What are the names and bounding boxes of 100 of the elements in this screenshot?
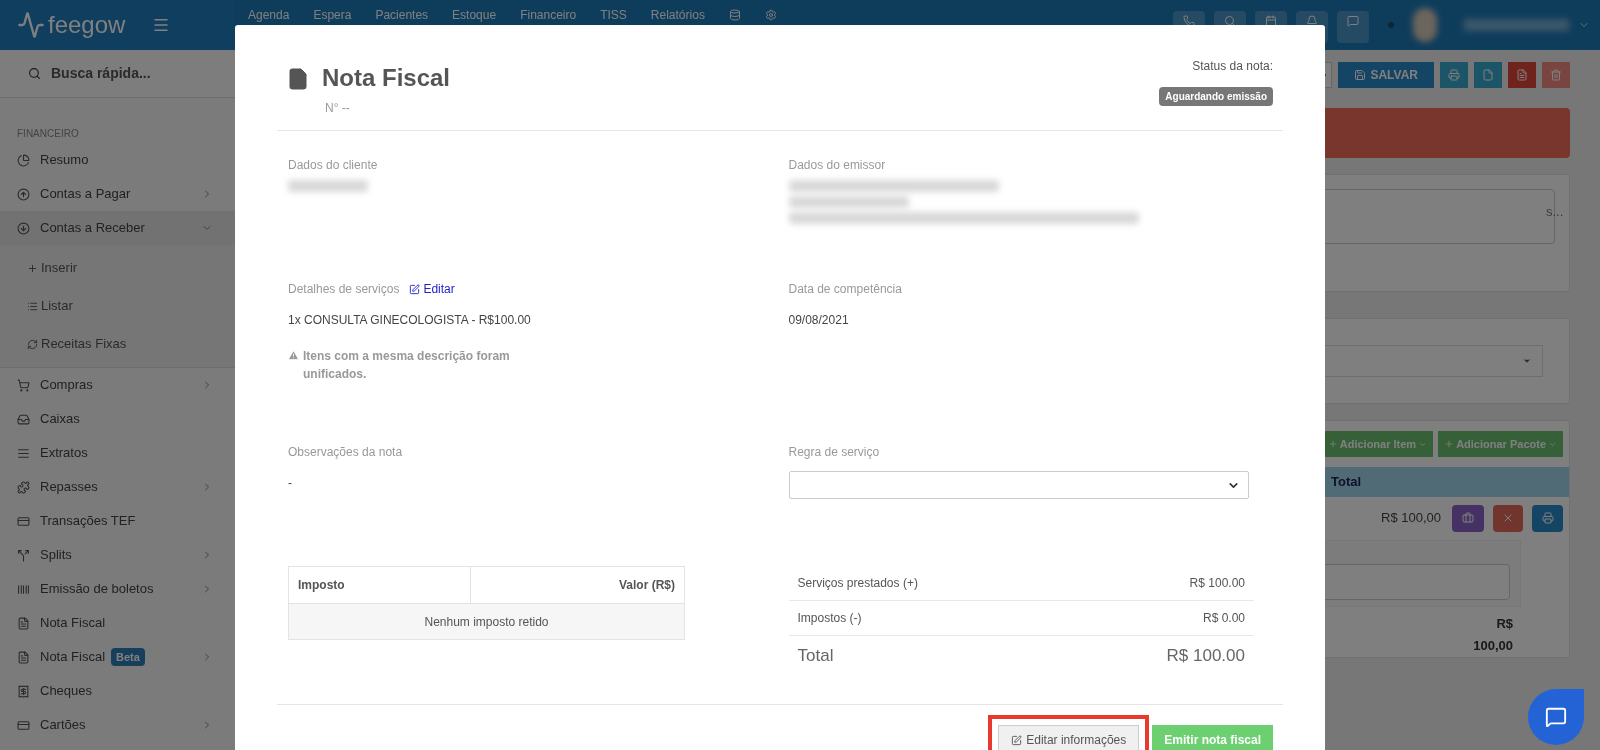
nav-link[interactable]: Relatórios <box>650 8 705 22</box>
chat-icon <box>1347 15 1359 27</box>
plus-icon <box>1444 439 1455 449</box>
submenu-item[interactable]: Listar <box>0 287 235 325</box>
inbox-icon <box>17 412 30 426</box>
pdf-button[interactable] <box>1508 62 1536 88</box>
kit-button[interactable] <box>1452 504 1484 532</box>
sidebar-item[interactable]: Contas a Receber <box>0 211 235 245</box>
sidebar-item[interactable]: Cheques <box>0 674 235 708</box>
database-icon[interactable] <box>728 9 741 21</box>
warning-text: Itens com a mesma descrição foram unificados. <box>303 348 511 383</box>
sidebar-item[interactable]: Resumo <box>0 143 235 177</box>
refresh-icon <box>27 338 38 350</box>
field-label: Detalhes de serviços <box>288 281 400 298</box>
total-amount: R$ 100,00 <box>1472 615 1513 655</box>
nav-link[interactable]: TISS <box>600 8 627 22</box>
action-button[interactable]: Emitir nota fiscal <box>1152 725 1273 750</box>
chat-icon <box>1545 706 1567 728</box>
sidebar-item[interactable]: Caixas <box>0 402 235 436</box>
delete-button[interactable] <box>1542 62 1570 88</box>
field-label: Observações da nota <box>288 444 404 461</box>
summary-label: Serviços prestados (+) <box>797 575 918 592</box>
save-button[interactable]: SALVAR <box>1338 62 1434 88</box>
service-item: 1x CONSULTA GINECOLOGISTA - R$100.00 <box>288 312 532 329</box>
total-label: Total <box>797 645 834 668</box>
column-header: Valor (R$) <box>618 577 676 594</box>
add-dropdown-button[interactable]: Adicionar Pacote <box>1438 431 1563 457</box>
gear-icon[interactable] <box>764 9 777 21</box>
lines-icon <box>17 446 30 460</box>
save-icon <box>1354 69 1367 81</box>
chat-bubble-button[interactable] <box>1528 689 1584 745</box>
total-value: R$ 100.00 <box>1166 645 1245 668</box>
sidebar-item[interactable]: Nota Fiscal Beta <box>0 640 235 674</box>
logo-icon <box>17 11 45 39</box>
field-label: Regra de serviço <box>788 444 881 461</box>
remove-button[interactable] <box>1493 504 1523 532</box>
list-icon <box>27 300 38 312</box>
pie-chart-icon <box>17 153 30 167</box>
document-icon <box>1516 69 1528 81</box>
trash-icon <box>1550 69 1562 81</box>
printer-icon <box>1541 512 1554 525</box>
field-label: Data de competência <box>788 281 903 298</box>
document-button[interactable] <box>1474 62 1502 88</box>
credit-card-icon <box>17 718 30 732</box>
warning-icon <box>288 350 299 361</box>
plus-icon <box>27 262 38 274</box>
sidebar-item[interactable]: Compras <box>0 368 235 402</box>
edit-icon <box>409 283 421 295</box>
summary-value: R$ 100.00 <box>1189 575 1245 592</box>
sidebar-item[interactable]: Extratos <box>0 436 235 470</box>
edit-link[interactable]: Editar <box>409 280 455 298</box>
nav-link[interactable]: Financeiro <box>520 8 577 22</box>
credit-card-icon <box>17 514 30 528</box>
arrow-down-circle-icon <box>17 221 30 235</box>
service-rule-select[interactable] <box>788 471 1249 499</box>
printer-icon <box>1448 69 1460 81</box>
sidebar-item[interactable]: Nota Fiscal <box>0 606 235 640</box>
print-button[interactable] <box>1532 504 1563 532</box>
field-value: 09/08/2021 <box>788 312 850 329</box>
status-label: Status da nota: <box>1192 58 1273 75</box>
modal-title: Nota Fiscal <box>322 63 451 93</box>
cart-icon <box>17 378 30 392</box>
submenu-item[interactable]: Receitas Fixas <box>0 325 235 363</box>
invoice-number: N° -- <box>325 100 351 117</box>
arrow-up-circle-icon <box>17 187 30 201</box>
split-icon <box>17 548 30 562</box>
briefcase-icon <box>1462 512 1474 525</box>
action-button[interactable]: Editar informações <box>998 725 1140 750</box>
nav-link[interactable]: Estoque <box>452 8 497 22</box>
barcode-icon <box>17 582 30 596</box>
menu-icon[interactable] <box>152 16 171 34</box>
document-icon <box>1482 69 1494 81</box>
nav-link[interactable]: Agenda <box>248 8 290 22</box>
field-label: Dados do emissor <box>788 157 887 174</box>
summary-value: R$ 0.00 <box>1202 610 1245 627</box>
submenu-item[interactable]: Inserir <box>0 249 235 287</box>
amount-text: R$ 100,00 <box>1381 509 1441 528</box>
sidebar-item[interactable]: Splits <box>0 538 235 572</box>
print-button[interactable] <box>1440 62 1468 88</box>
nav-link[interactable]: Pacientes <box>375 8 429 22</box>
logo: feegow <box>48 10 126 40</box>
puzzle-icon <box>17 480 30 494</box>
document-icon <box>17 650 30 664</box>
sidebar-item[interactable]: Contas a Pagar <box>0 177 235 211</box>
sidebar-item[interactable]: Transações TEF <box>0 504 235 538</box>
document-icon <box>17 616 30 630</box>
edit-icon <box>1011 734 1023 746</box>
sidebar-item[interactable]: Emissão de boletos <box>0 572 235 606</box>
nav-link[interactable]: Espera <box>313 8 352 22</box>
field-label: Dados do cliente <box>288 157 379 174</box>
field-value: - <box>288 475 293 492</box>
sidebar-item[interactable]: Repasses <box>0 470 235 504</box>
plus-icon <box>1327 439 1338 449</box>
empty-table-message: Nenhum imposto retido <box>289 603 684 639</box>
search-icon <box>28 67 41 80</box>
caret-icon <box>1522 356 1532 366</box>
sidebar-item[interactable]: Cartões <box>0 708 235 742</box>
avatar[interactable] <box>1413 8 1437 42</box>
receipt-icon <box>17 684 30 698</box>
beta-badge: Beta <box>111 647 145 667</box>
